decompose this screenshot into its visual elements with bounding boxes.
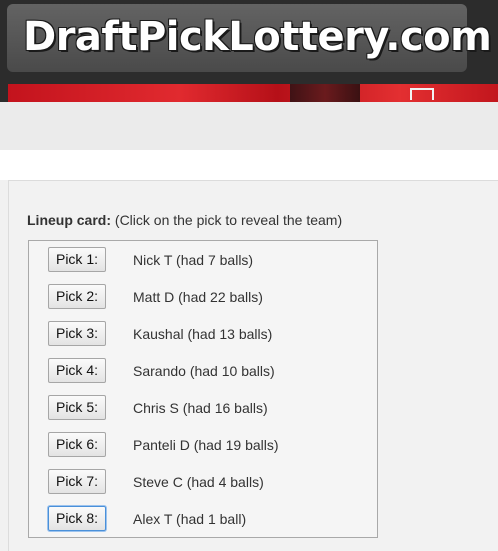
pick-2-button[interactable]: Pick 2:	[48, 284, 106, 309]
pick-8-name: Alex T (had 1 ball)	[133, 511, 247, 527]
pick-row: Pick 3: Kaushal (had 13 balls)	[29, 315, 377, 352]
pick-7-name: Steve C (had 4 balls)	[133, 474, 264, 490]
lineup-heading-note: (Click on the pick to reveal the team)	[111, 212, 343, 228]
pick-7-button[interactable]: Pick 7:	[48, 469, 106, 494]
pick-6-name: Panteli D (had 19 balls)	[133, 437, 279, 453]
pick-row: Pick 2: Matt D (had 22 balls)	[29, 278, 377, 315]
lineup-heading: Lineup card: (Click on the pick to revea…	[27, 212, 342, 228]
pick-5-button[interactable]: Pick 5:	[48, 395, 106, 420]
pick-4-button[interactable]: Pick 4:	[48, 358, 106, 383]
pick-1-button[interactable]: Pick 1:	[48, 247, 106, 272]
pick-3-name: Kaushal (had 13 balls)	[133, 326, 273, 342]
site-header: DraftPickLottery.com	[0, 0, 498, 102]
pick-row: Pick 5: Chris S (had 16 balls)	[29, 389, 377, 426]
pick-6-button[interactable]: Pick 6:	[48, 432, 106, 457]
pick-4-name: Sarando (had 10 balls)	[133, 363, 275, 379]
pick-row: Pick 1: Nick T (had 7 balls)	[29, 241, 377, 278]
pick-2-name: Matt D (had 22 balls)	[133, 289, 263, 305]
banner-graphic	[410, 88, 434, 100]
pick-8-button[interactable]: Pick 8:	[48, 506, 106, 531]
pick-row: Pick 6: Panteli D (had 19 balls)	[29, 426, 377, 463]
pick-3-button[interactable]: Pick 3:	[48, 321, 106, 346]
pick-row: Pick 8: Alex T (had 1 ball)	[29, 500, 377, 537]
lineup-heading-label: Lineup card:	[27, 212, 112, 228]
lineup-card: Pick 1: Nick T (had 7 balls) Pick 2: Mat…	[28, 240, 378, 538]
banner-shadow	[290, 84, 360, 102]
pick-row: Pick 4: Sarando (had 10 balls)	[29, 352, 377, 389]
spacer	[0, 150, 498, 180]
site-logo-text: DraftPickLottery.com	[23, 14, 492, 60]
pick-1-name: Nick T (had 7 balls)	[133, 252, 254, 268]
nav-strip	[0, 102, 498, 150]
pick-5-name: Chris S (had 16 balls)	[133, 400, 268, 416]
site-logo[interactable]: DraftPickLottery.com	[7, 4, 492, 72]
pick-row: Pick 7: Steve C (had 4 balls)	[29, 463, 377, 500]
